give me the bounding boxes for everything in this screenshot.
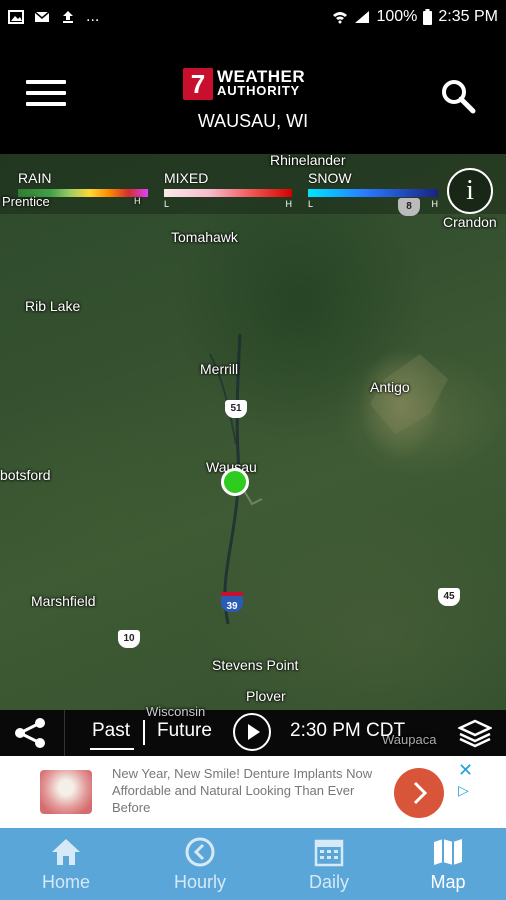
share-icon[interactable] xyxy=(10,716,50,750)
label-antigo: Antigo xyxy=(370,379,410,395)
legend-mixed-ends: LH xyxy=(164,199,292,209)
legend-mixed-low: L xyxy=(164,199,170,209)
battery-icon xyxy=(423,9,433,25)
toggle-separator xyxy=(143,720,145,745)
ad-image[interactable] xyxy=(40,770,92,814)
radar-controls: Wisconsin Waupaca Past Future 2:30 PM CD… xyxy=(0,704,506,756)
label-merrill: Merrill xyxy=(200,361,239,377)
label-plover: Plover xyxy=(246,688,286,704)
legend-snow-high: H xyxy=(431,199,439,209)
chevron-right-icon xyxy=(413,781,428,805)
image-icon xyxy=(8,10,24,24)
ad-close-icon[interactable]: ✕ xyxy=(458,760,473,781)
legend-mixed: MIXED LH xyxy=(164,170,292,209)
weather-authority-logo: 7 WEATHER AUTHORITY xyxy=(183,64,328,104)
legend-snow-bar xyxy=(308,189,438,197)
hamburger-line xyxy=(26,102,66,106)
adchoices-icon[interactable]: ▷ xyxy=(458,782,469,799)
logo-line1: WEATHER xyxy=(217,67,306,86)
map-features xyxy=(209,333,448,625)
tab-home-label: Home xyxy=(41,872,90,892)
legend-mixed-high: H xyxy=(285,199,293,209)
logo-number: 7 xyxy=(183,68,213,100)
app-header: 7 WEATHER AUTHORITY WAUSAU, WI xyxy=(0,36,506,154)
logo-line2: AUTHORITY xyxy=(217,83,301,98)
hamburger-icon xyxy=(26,80,66,84)
more-dots-icon: ... xyxy=(86,8,100,25)
tab-hourly-label: Hourly xyxy=(173,872,226,892)
tab-home[interactable]: Home xyxy=(3,828,129,900)
tab-map-label: Map xyxy=(430,872,466,892)
label-wisconsin-rapids: Wisconsin xyxy=(146,704,206,719)
future-toggle[interactable]: Future xyxy=(157,720,212,742)
legend-rain-title: RAIN xyxy=(18,170,52,186)
layers-icon[interactable] xyxy=(458,718,492,748)
hwy-8-shield: 8 xyxy=(398,198,420,216)
legend-snow-title: SNOW xyxy=(308,170,352,186)
legend-rain-high: H xyxy=(134,196,141,206)
map-icon xyxy=(434,839,462,865)
tab-map[interactable]: Map xyxy=(385,828,506,900)
info-button[interactable]: i xyxy=(447,168,493,214)
ad-text[interactable]: New Year, New Smile! Denture Implants No… xyxy=(112,765,374,816)
status-bar: ... 100% 2:35 PM xyxy=(0,0,506,36)
label-stevens-point: Stevens Point xyxy=(212,657,299,673)
past-toggle[interactable]: Past xyxy=(92,720,130,742)
current-location-marker[interactable] xyxy=(221,468,249,496)
label-prentice: Prentice xyxy=(2,194,50,209)
i-39-shield: 39 xyxy=(221,592,243,612)
location-title: WAUSAU, WI xyxy=(197,111,309,131)
us-10-shield: 10 xyxy=(118,630,140,648)
clock-icon xyxy=(185,837,215,867)
system-status: 100% 2:35 PM xyxy=(332,8,498,26)
legend-rain: RAIN xyxy=(18,170,148,197)
label-tomahawk: Tomahawk xyxy=(171,229,238,245)
search-icon[interactable] xyxy=(440,78,476,114)
past-selected-indicator xyxy=(90,748,134,750)
radar-timestamp: 2:30 PM CDT xyxy=(290,720,406,741)
label-rhinelander: Rhinelander xyxy=(270,154,346,168)
radar-map[interactable]: RAIN MIXED LH SNOW LH Prentice H i Rhine… xyxy=(0,154,506,710)
legend-snow-low: L xyxy=(308,199,314,209)
precip-legend: RAIN MIXED LH SNOW LH Prentice H i xyxy=(0,154,506,214)
tab-daily[interactable]: Daily xyxy=(266,828,392,900)
play-icon xyxy=(248,724,260,740)
signal-icon xyxy=(355,11,370,23)
wifi-icon xyxy=(333,12,348,24)
upload-icon xyxy=(63,11,73,23)
notification-icons: ... xyxy=(8,8,99,26)
tab-daily-label: Daily xyxy=(308,872,349,892)
legend-mixed-title: MIXED xyxy=(164,170,209,186)
legend-mixed-bar xyxy=(164,189,292,197)
controls-divider xyxy=(64,710,65,756)
battery-percent: 100% xyxy=(376,8,418,25)
mail-icon xyxy=(34,11,50,22)
menu-button[interactable] xyxy=(26,80,66,112)
clock-time: 2:35 PM xyxy=(438,8,498,25)
logo-text: WEATHER AUTHORITY xyxy=(217,67,306,98)
label-marshfield: Marshfield xyxy=(31,593,96,609)
us-45-shield: 45 xyxy=(438,588,460,606)
play-button[interactable] xyxy=(233,713,271,751)
ad-open-button[interactable] xyxy=(394,768,444,818)
home-icon xyxy=(52,839,80,865)
calendar-icon xyxy=(314,839,344,867)
ad-banner[interactable]: New Year, New Smile! Denture Implants No… xyxy=(0,756,506,828)
tab-hourly[interactable]: Hourly xyxy=(137,828,263,900)
label-abbotsford: botsford xyxy=(0,467,51,483)
bottom-tab-bar: Home Hourly Daily Map xyxy=(0,828,506,900)
label-crandon: Crandon xyxy=(443,214,497,230)
hamburger-line xyxy=(26,91,66,95)
label-rib-lake: Rib Lake xyxy=(25,298,81,314)
us-51-shield: 51 xyxy=(225,400,247,418)
